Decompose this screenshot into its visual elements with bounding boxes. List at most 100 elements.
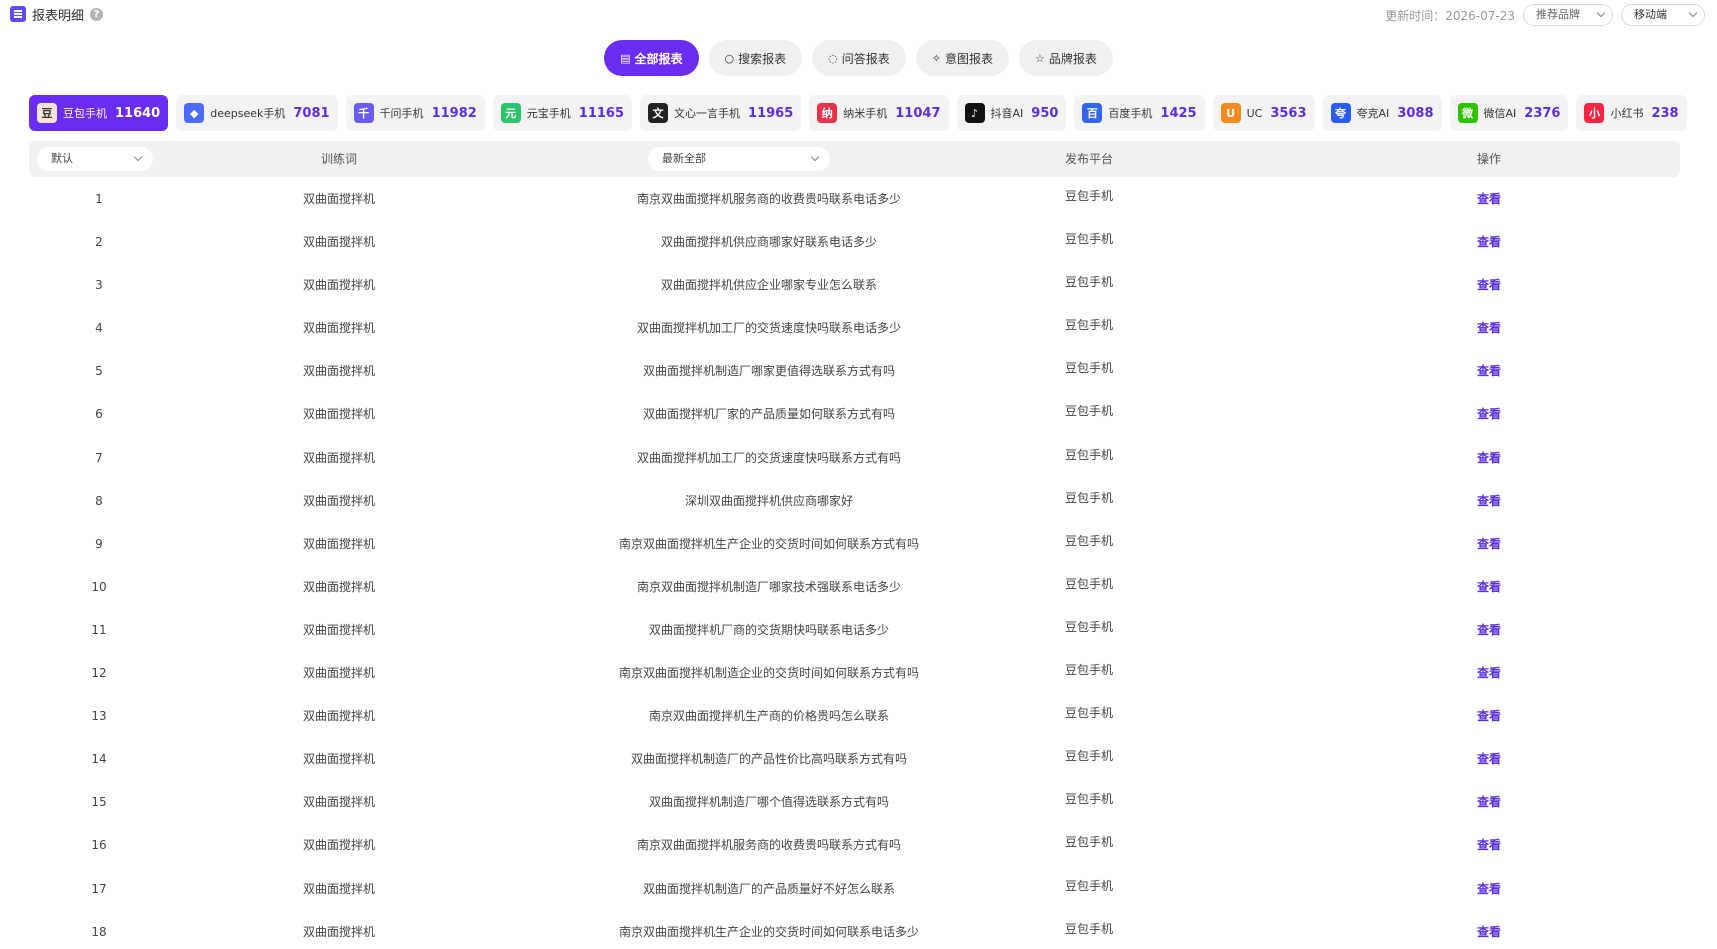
view-link[interactable]: 查看 [1449,393,1529,436]
platform-tab[interactable]: 豆豆包手机 11640 [29,95,169,131]
platform-logo-icon: 小 [1584,103,1605,123]
platform-name: 文心一言手机 [674,107,741,120]
report-tab-label: 意图报表 [944,51,993,66]
device-select[interactable]: 移动端 [1621,4,1705,26]
platform-tab[interactable]: 纳纳米手机 11047 [809,95,949,131]
table-row: 16 双曲面搅拌机 南京双曲面搅拌机服务商的收费贵吗联系方式有吗 豆包手机 查看 [29,824,1680,867]
view-link[interactable]: 查看 [1449,824,1529,867]
report-tab[interactable]: ☆ 品牌报表 [1019,40,1113,76]
publish-platform: 豆包手机 [1064,619,1113,634]
row-index: 10 [91,579,107,594]
view-link[interactable]: 查看 [1449,437,1529,480]
report-doc-icon [10,6,26,22]
platform-count: 11640 [115,105,161,121]
table-row: 10 双曲面搅拌机 南京双曲面搅拌机制造厂哪家技术强联系电话多少 豆包手机 查看 [29,566,1680,609]
view-link[interactable]: 查看 [1449,911,1529,949]
platform-tab[interactable]: 微微信AI 2376 [1449,95,1569,131]
report-tab[interactable]: ▤ 全部报表 [604,40,699,76]
training-word: 双曲面搅拌机 [302,666,375,681]
view-link[interactable]: 查看 [1449,695,1529,738]
view-link[interactable]: 查看 [1449,264,1529,307]
platform-tab[interactable]: ♪ 抖音AI 950 [956,95,1067,131]
view-link[interactable]: 查看 [1449,781,1529,824]
view-link[interactable]: 查看 [1449,178,1529,221]
training-word: 双曲面搅拌机 [302,278,375,293]
row-index: 16 [91,838,107,853]
table-row: 2 双曲面搅拌机 双曲面搅拌机供应商哪家好联系电话多少 豆包手机 查看 [29,221,1680,264]
publish-platform: 豆包手机 [1064,706,1113,721]
table-row: 18 双曲面搅拌机 南京双曲面搅拌机生产企业的交货时间如何联系电话多少 豆包手机 查看 [29,911,1680,949]
training-word: 双曲面搅拌机 [302,579,375,594]
platform-tab[interactable]: U UC 3563 [1212,95,1315,131]
training-word: 双曲面搅拌机 [302,924,375,939]
report-tab[interactable]: ○ 搜索报表 [708,40,803,76]
row-index: 18 [91,924,107,939]
brand-select[interactable]: 推荐品牌 [1523,4,1613,26]
platform-count: 7081 [293,105,330,121]
publish-platform: 豆包手机 [1064,749,1113,764]
platform-count: 11047 [895,105,941,121]
platform-count: 1425 [1160,105,1197,121]
question-text: 双曲面搅拌机供应企业哪家专业怎么联系 [660,278,877,293]
sort-select[interactable]: 默认 [37,147,153,171]
row-index: 12 [91,666,107,681]
publish-platform: 豆包手机 [1064,663,1113,678]
platform-tab[interactable]: 夸夸克AI 3088 [1322,95,1442,131]
view-link[interactable]: 查看 [1449,609,1529,652]
view-link[interactable]: 查看 [1449,350,1529,393]
report-tab[interactable]: ◌ 问答报表 [812,40,906,76]
platform-tab[interactable]: 小小红书 238 [1576,95,1687,131]
table-row: 5 双曲面搅拌机 双曲面搅拌机制造厂哪家更值得选联系方式有吗 豆包手机 查看 [29,350,1680,393]
publish-platform: 豆包手机 [1064,361,1113,376]
platform-name: 元宝手机 [526,107,571,120]
view-link[interactable]: 查看 [1449,523,1529,566]
row-index: 13 [91,709,107,724]
help-icon[interactable]: ? [90,7,104,21]
view-link[interactable]: 查看 [1449,738,1529,781]
question-filter-select[interactable]: 最新全部 [648,147,830,171]
training-word: 双曲面搅拌机 [302,321,375,336]
question-filter-value: 最新全部 [662,152,706,165]
report-tab-label: 问答报表 [841,51,890,66]
question-text: 双曲面搅拌机厂商的交货期快吗联系电话多少 [648,622,889,637]
view-link[interactable]: 查看 [1449,307,1529,350]
platform-name: UC [1246,106,1263,120]
platform-tab[interactable]: 文文心一言手机 11965 [640,95,802,131]
column-header-platform: 发布平台 [1064,152,1113,166]
report-tab-label: 全部报表 [634,51,683,66]
chevron-down-icon [1688,8,1698,18]
row-index: 3 [95,278,103,293]
question-text: 双曲面搅拌机制造厂哪家更值得选联系方式有吗 [642,364,895,379]
platform-name: 夸克AI [1356,107,1390,120]
question-text: 南京双曲面搅拌机制造企业的交货时间如何联系方式有吗 [618,666,919,681]
header-controls: 更新时间：2026-07-23 推荐品牌 移动端 [1385,4,1705,26]
view-link[interactable]: 查看 [1449,868,1529,911]
row-index: 5 [95,364,103,379]
platform-name: 纳米手机 [843,107,888,120]
publish-platform: 豆包手机 [1064,318,1113,333]
training-word: 双曲面搅拌机 [302,795,375,810]
platform-tab[interactable]: 百百度手机 1425 [1074,95,1205,131]
platform-logo-icon: ◆ [184,103,205,123]
column-header-word: 训练词 [320,152,357,166]
table-row: 4 双曲面搅拌机 双曲面搅拌机加工厂的交货速度快吗联系电话多少 豆包手机 查看 [29,307,1680,350]
training-word: 双曲面搅拌机 [302,235,375,250]
view-link[interactable]: 查看 [1449,652,1529,695]
table-row: 15 双曲面搅拌机 双曲面搅拌机制造厂哪个值得选联系方式有吗 豆包手机 查看 [29,781,1680,824]
platform-tab[interactable]: 元元宝手机 11165 [492,95,633,131]
platform-tab[interactable]: ◆ deepseek手机 7081 [176,95,338,131]
table-row: 12 双曲面搅拌机 南京双曲面搅拌机制造企业的交货时间如何联系方式有吗 豆包手机 查看 [29,652,1680,695]
question-text: 南京双曲面搅拌机生产企业的交货时间如何联系方式有吗 [618,536,919,551]
platform-tabs: 豆豆包手机 11640 ◆ deepseek手机 7081 千千问手机 11982 元元宝手机… [29,95,1687,131]
view-link[interactable]: 查看 [1449,566,1529,609]
publish-platform: 豆包手机 [1064,533,1113,548]
platform-logo-icon: 文 [648,103,669,123]
report-tab[interactable]: ✧ 意图报表 [915,40,1009,76]
brand-select-value: 推荐品牌 [1536,8,1580,21]
question-text: 南京双曲面搅拌机服务商的收费贵吗联系电话多少 [636,192,901,206]
question-text: 南京双曲面搅拌机服务商的收费贵吗联系方式有吗 [636,838,901,853]
view-link[interactable]: 查看 [1449,221,1529,264]
publish-platform: 豆包手机 [1064,835,1113,850]
platform-tab[interactable]: 千千问手机 11982 [345,95,485,131]
view-link[interactable]: 查看 [1449,480,1529,523]
